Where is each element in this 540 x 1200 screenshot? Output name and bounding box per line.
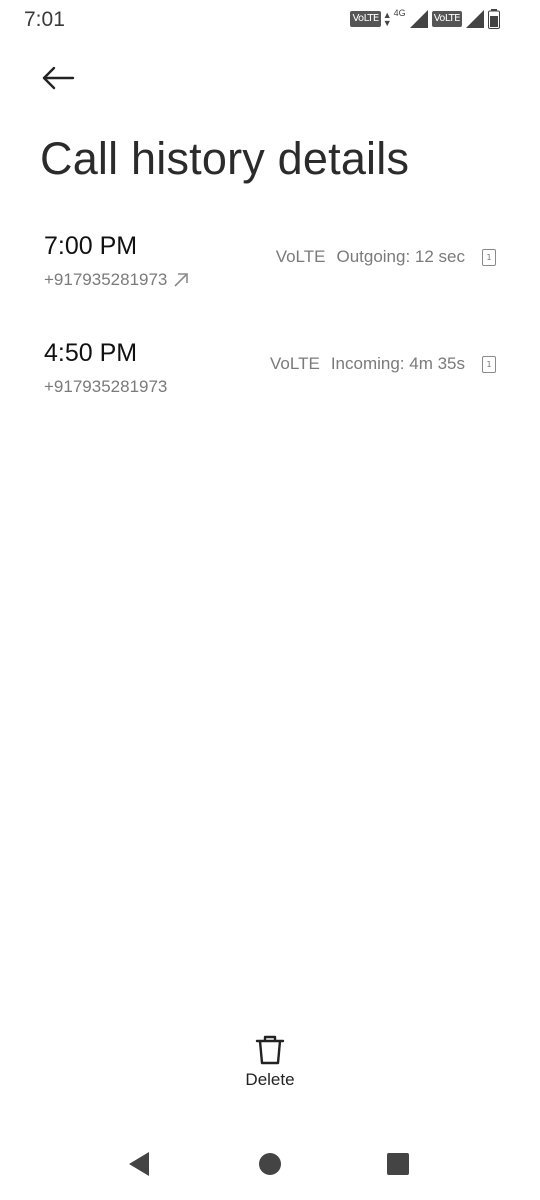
delete-label: Delete xyxy=(245,1070,295,1089)
battery-icon xyxy=(488,9,500,29)
signal-icon xyxy=(466,10,484,28)
call-number-line: +917935281973 xyxy=(44,377,167,397)
call-number: +917935281973 xyxy=(44,270,168,289)
call-detail: Outgoing: 12 sec xyxy=(336,247,465,266)
call-time: 4:50 PM xyxy=(44,339,138,367)
nav-back-button[interactable] xyxy=(121,1146,157,1182)
call-detail: Incoming: 4m 35s xyxy=(330,354,465,373)
call-log-entry[interactable]: 7:00 PM +917935281973 VoLTE Outgoing: 12… xyxy=(0,232,540,312)
trash-icon xyxy=(255,1035,285,1065)
sim-card-icon: 1 xyxy=(482,355,496,373)
status-bar: 7:01 VoLTE ▲ ▼ 4G VoLTE xyxy=(0,0,540,40)
sim-card-icon: 1 xyxy=(482,248,496,266)
triangle-back-icon xyxy=(129,1152,149,1176)
circle-home-icon xyxy=(259,1153,281,1175)
signal-icon xyxy=(409,10,428,28)
sim1-volte-badge: VoLTE xyxy=(350,11,381,27)
call-tech: VoLTE xyxy=(275,247,326,266)
call-number: +917935281973 xyxy=(44,377,168,396)
arrow-up-right-icon xyxy=(174,273,189,287)
call-log-entry[interactable]: 4:50 PM +917935281973 VoLTE Incoming: 4m… xyxy=(0,339,540,419)
system-nav-bar xyxy=(0,1128,540,1200)
page-title: Call history details xyxy=(40,133,410,184)
call-meta: VoLTE Outgoing: 12 sec 1 xyxy=(276,247,496,267)
status-icons: VoLTE ▲ ▼ 4G VoLTE xyxy=(350,8,500,29)
data-activity-icon: ▲ ▼ xyxy=(382,10,392,28)
square-recents-icon xyxy=(387,1153,409,1175)
call-meta: VoLTE Incoming: 4m 35s 1 xyxy=(270,354,496,374)
call-number-line: +917935281973 xyxy=(44,270,189,290)
nav-home-button[interactable] xyxy=(252,1146,288,1182)
call-tech: VoLTE xyxy=(270,354,320,373)
sim2-volte-badge: VoLTE xyxy=(431,11,462,27)
network-type-label: 4G xyxy=(393,8,406,18)
nav-recents-button[interactable] xyxy=(380,1146,416,1182)
call-history-details-screen: 7:01 VoLTE ▲ ▼ 4G VoLTE Call history deta… xyxy=(0,0,540,1200)
status-time: 7:01 xyxy=(24,8,65,31)
delete-button[interactable]: Delete xyxy=(220,1034,320,1104)
call-time: 7:00 PM xyxy=(44,232,138,260)
arrow-left-icon xyxy=(42,66,75,90)
back-button[interactable] xyxy=(36,58,80,98)
